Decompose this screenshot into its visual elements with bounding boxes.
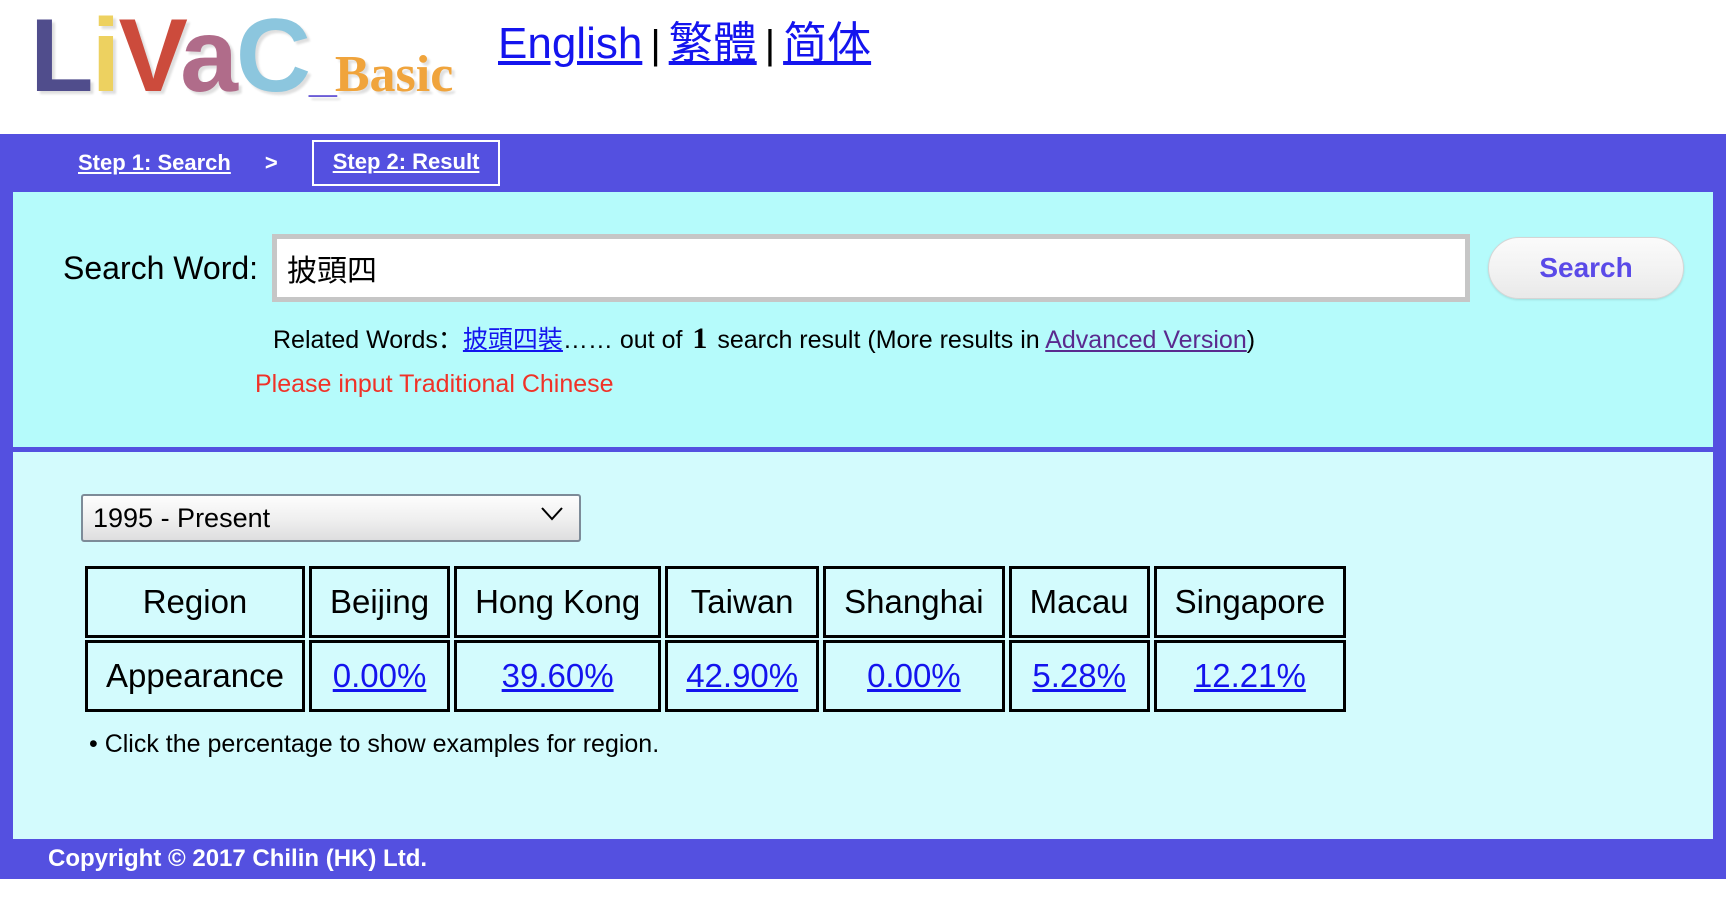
header-cell-taiwan: Taiwan (665, 566, 820, 638)
percentage-link-macau[interactable]: 5.28% (1032, 657, 1126, 694)
lang-link-english[interactable]: English (498, 19, 642, 68)
page-root: LiVaC_Basic English | 繁體 | 简体 Step 1: Search… (0, 0, 1726, 902)
cell-percentage-taiwan[interactable]: 42.90% (665, 640, 820, 712)
row-label-region: Region (85, 566, 305, 638)
closing-paren: ) (1246, 326, 1256, 354)
lang-separator-1: | (650, 23, 661, 67)
related-word-link[interactable]: 披頭四裝 (463, 326, 563, 354)
related-ellipsis: …… (562, 326, 613, 354)
percentage-link-hong-kong[interactable]: 39.60% (502, 657, 614, 694)
header-cell-beijing: Beijing (308, 566, 451, 638)
step-2-result-box[interactable]: Step 2: Result (311, 140, 501, 186)
related-words-label: Related Words： (273, 326, 463, 354)
period-select[interactable]: 1995 - Present (81, 494, 581, 542)
header-cell-singapore: Singapore (1153, 566, 1347, 638)
logo-letter-i: i (91, 0, 121, 114)
search-result-text: search result (More results in (710, 326, 1046, 354)
traditional-chinese-warning: Please input Traditional Chinese (255, 370, 614, 398)
percentage-link-taiwan[interactable]: 42.90% (686, 657, 798, 694)
step-2-result-link[interactable]: Step 2: Result (333, 149, 480, 174)
search-button[interactable]: Search (1488, 237, 1685, 299)
table-row-regions: Region Beijing Hong Kong Taiwan Shanghai… (85, 566, 1347, 638)
logo-letter-c: C (235, 0, 311, 114)
logo-basic-label: Basic (334, 46, 454, 103)
row-label-appearance: Appearance (85, 640, 305, 712)
search-panel: Search Word: Search Related Words：披頭四裝……… (0, 192, 1726, 447)
related-words-line: Related Words：披頭四裝…… out of 1 search res… (273, 320, 1713, 356)
logo-underscore: _ (309, 46, 337, 102)
copyright-text: Copyright © 2017 Chilin (HK) Ltd. (48, 845, 428, 872)
cell-percentage-beijing[interactable]: 0.00% (308, 640, 451, 712)
search-word-label: Search Word: (63, 249, 259, 286)
period-select-wrapper: 1995 - Present (81, 494, 581, 542)
search-input[interactable] (272, 234, 1471, 302)
lang-link-simplified[interactable]: 简体 (783, 19, 871, 68)
lang-link-traditional[interactable]: 繁體 (669, 19, 757, 68)
logo-letter-v: V (118, 0, 182, 114)
step-navigation-bar: Step 1: Search > Step 2: Result (0, 134, 1726, 192)
cell-percentage-macau[interactable]: 5.28% (1008, 640, 1150, 712)
livac-logo: LiVaC_Basic (30, 0, 453, 135)
search-row: Search Word: Search (63, 192, 1713, 302)
logo-letter-l: L (30, 0, 94, 114)
header-cell-shanghai: Shanghai (823, 566, 1005, 638)
cell-percentage-hong-kong[interactable]: 39.60% (454, 640, 662, 712)
percentage-link-beijing[interactable]: 0.00% (333, 657, 427, 694)
header-cell-hong-kong: Hong Kong (454, 566, 662, 638)
logo-letter-a: a (180, 0, 238, 114)
result-panel: 1995 - Present Region Beijing Hong Kong … (0, 452, 1726, 839)
percentage-link-shanghai[interactable]: 0.00% (867, 657, 961, 694)
percentage-link-singapore[interactable]: 12.21% (1194, 657, 1306, 694)
site-header: LiVaC_Basic English | 繁體 | 简体 (0, 0, 1726, 134)
step-arrow-separator: > (264, 150, 278, 175)
result-count: 1 (692, 322, 708, 355)
table-footnote: • Click the percentage to show examples … (89, 730, 660, 758)
cell-percentage-singapore[interactable]: 12.21% (1153, 640, 1347, 712)
table-row-appearance: Appearance 0.00% 39.60% 42.90% 0.00% 5.2… (85, 640, 1347, 712)
region-appearance-table: Region Beijing Hong Kong Taiwan Shanghai… (81, 564, 1350, 714)
out-of-text: out of (612, 326, 690, 354)
lang-separator-2: | (764, 23, 776, 67)
cell-percentage-shanghai[interactable]: 0.00% (823, 640, 1005, 712)
header-cell-macau: Macau (1008, 566, 1150, 638)
site-footer: Copyright © 2017 Chilin (HK) Ltd. (0, 839, 1726, 879)
language-nav: English | 繁體 | 简体 (498, 16, 871, 73)
step-1-search-link[interactable]: Step 1: Search (78, 150, 231, 176)
advanced-version-link[interactable]: Advanced Version (1045, 326, 1247, 354)
